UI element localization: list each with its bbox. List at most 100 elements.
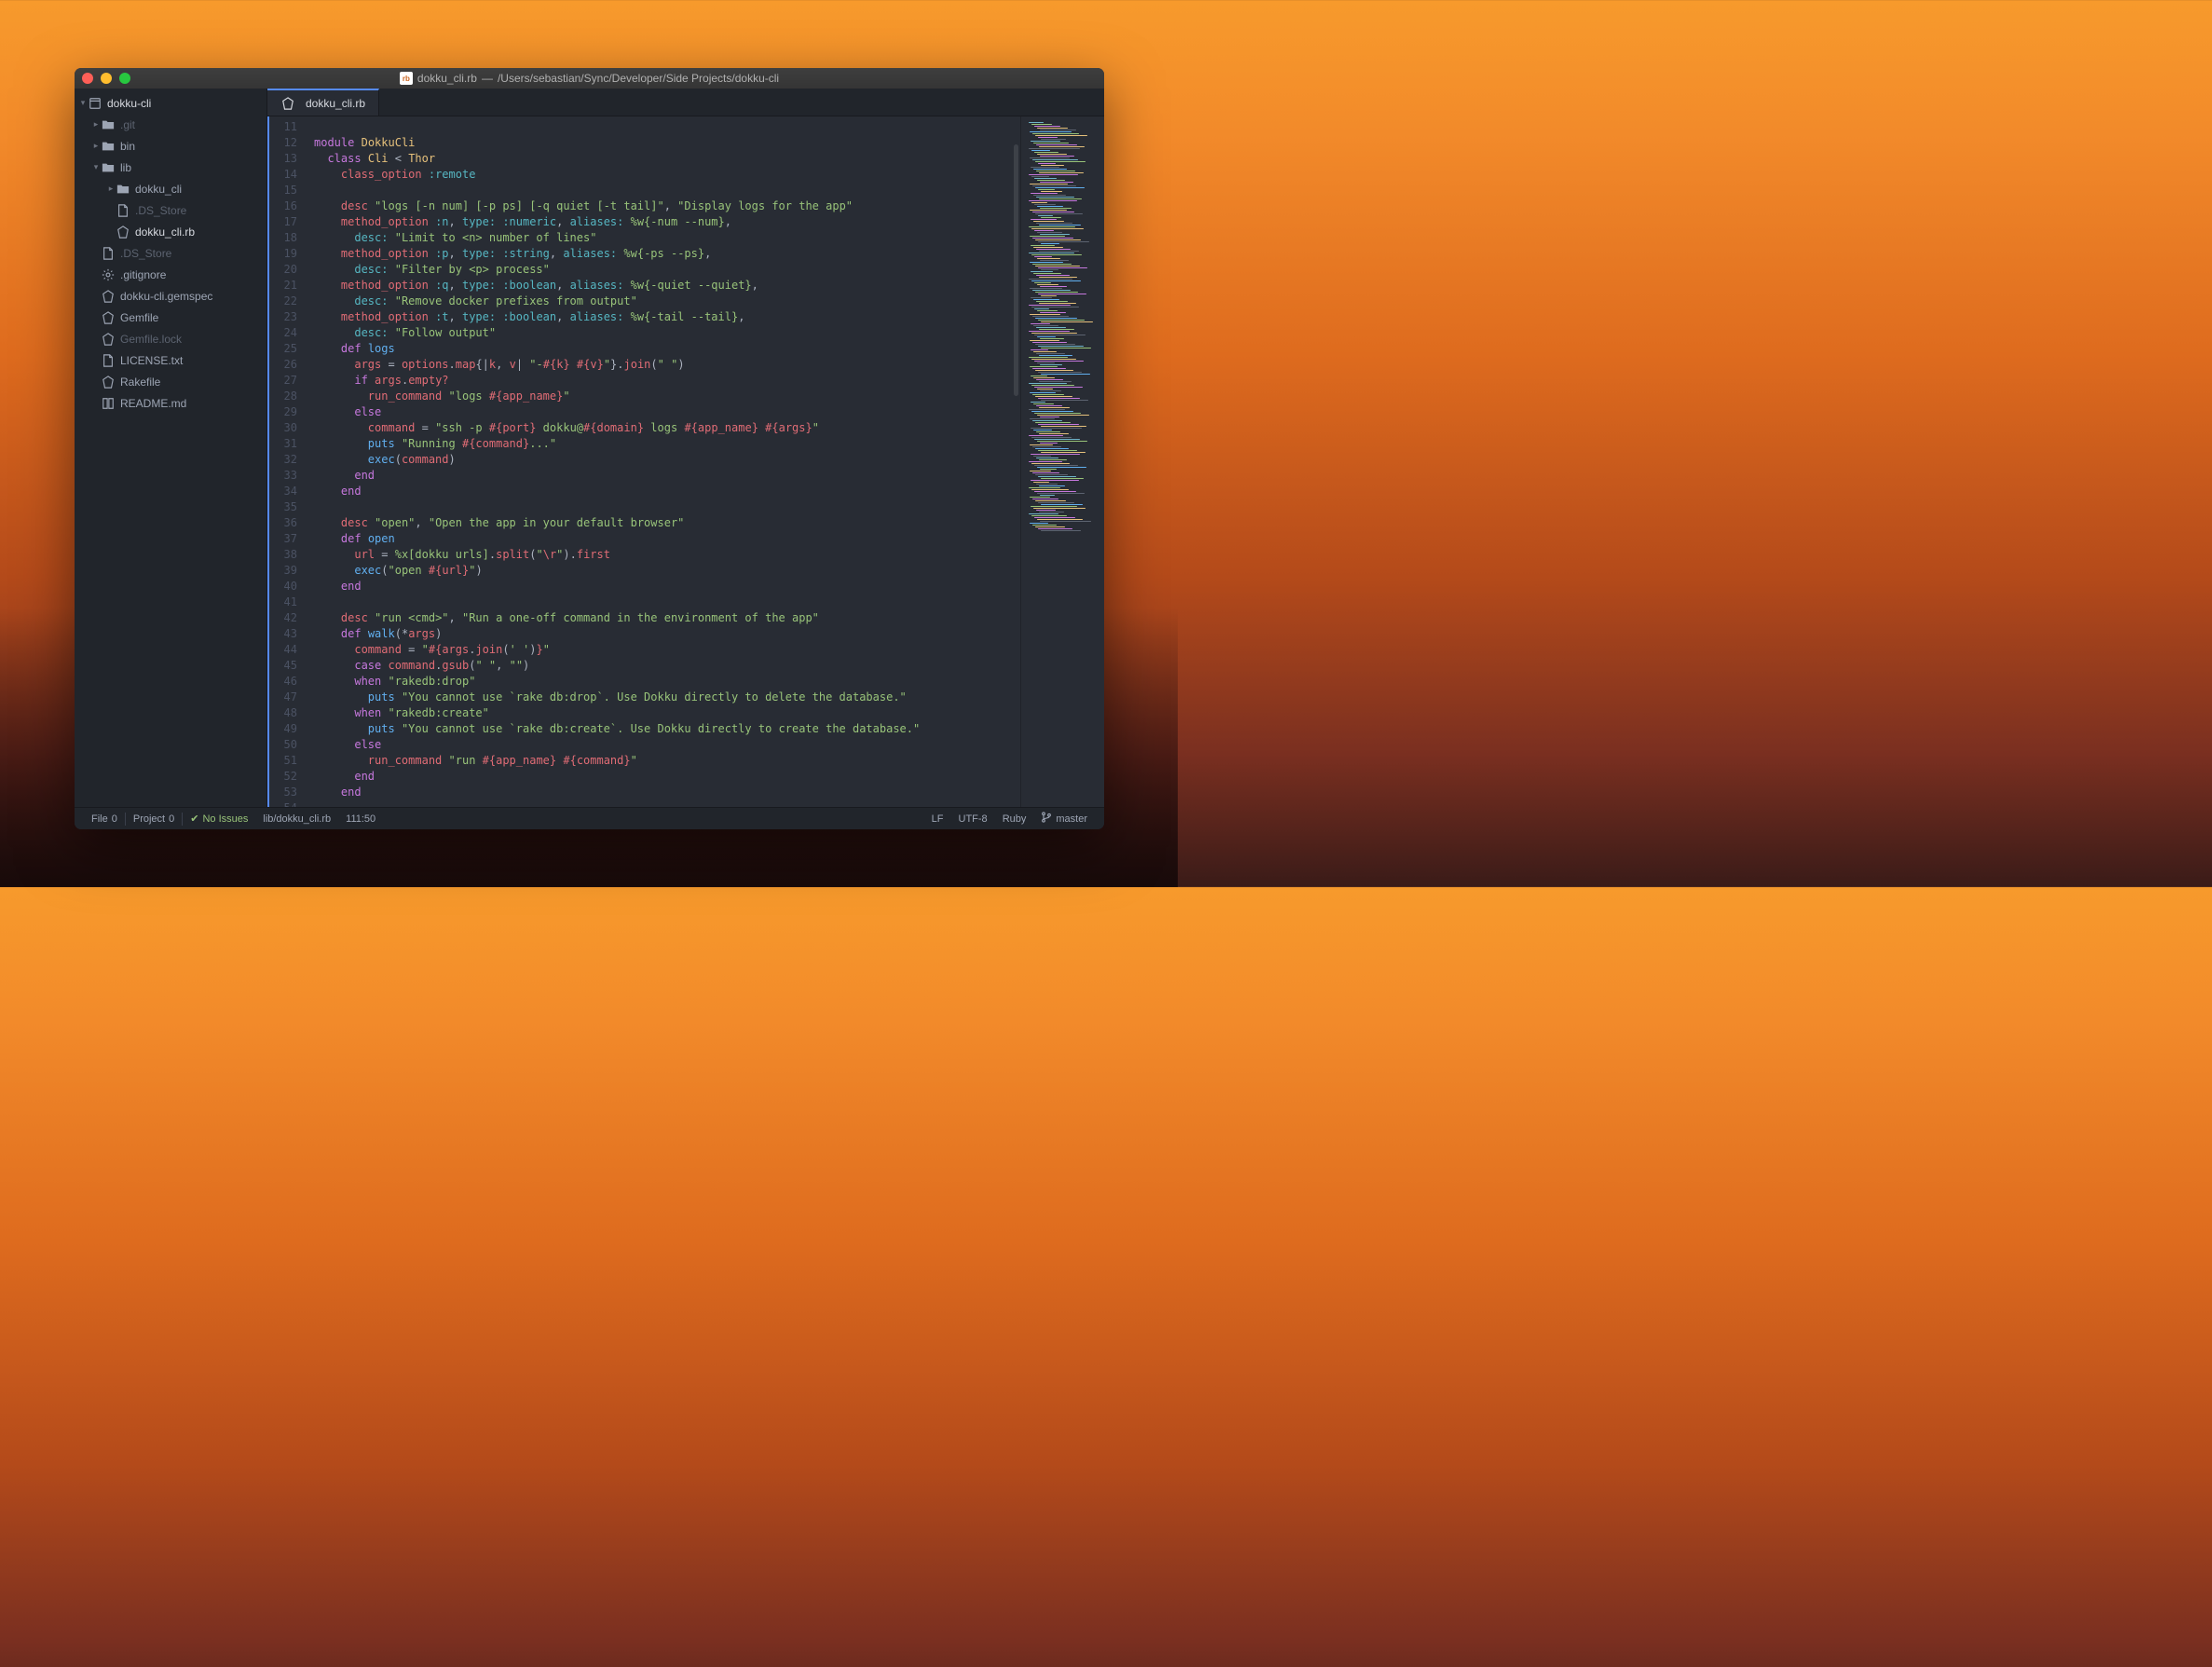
line-number[interactable]: 40 <box>269 579 297 594</box>
code-line[interactable] <box>314 119 1020 135</box>
line-number[interactable]: 44 <box>269 642 297 658</box>
line-number[interactable]: 17 <box>269 214 297 230</box>
code-line[interactable]: end <box>314 785 1020 800</box>
line-number[interactable]: 31 <box>269 436 297 452</box>
code-line[interactable]: def walk(*args) <box>314 626 1020 642</box>
line-number[interactable]: 37 <box>269 531 297 547</box>
status-file[interactable]: File 0 <box>84 813 125 825</box>
minimap[interactable] <box>1020 116 1104 807</box>
code-line[interactable]: else <box>314 404 1020 420</box>
tab-active[interactable]: dokku_cli.rb <box>267 89 379 116</box>
line-number[interactable]: 41 <box>269 594 297 610</box>
line-number[interactable]: 36 <box>269 515 297 531</box>
code-line[interactable]: puts "You cannot use `rake db:drop`. Use… <box>314 690 1020 705</box>
line-number[interactable]: 32 <box>269 452 297 468</box>
scrollbar-thumb[interactable] <box>1014 144 1018 396</box>
code-line[interactable]: end <box>314 769 1020 785</box>
code-line[interactable]: desc: "Filter by <p> process" <box>314 262 1020 278</box>
line-number[interactable]: 47 <box>269 690 297 705</box>
code-line[interactable]: def open <box>314 531 1020 547</box>
code-line[interactable]: module DokkuCli <box>314 135 1020 151</box>
status-issues[interactable]: ✔ No Issues <box>183 813 255 825</box>
code-line[interactable] <box>314 594 1020 610</box>
code-line[interactable]: puts "You cannot use `rake db:create`. U… <box>314 721 1020 737</box>
tree-item[interactable]: Gemfile <box>75 307 266 328</box>
code-line[interactable]: case command.gsub(" ", "") <box>314 658 1020 674</box>
line-number[interactable]: 23 <box>269 309 297 325</box>
code-line[interactable]: desc: "Remove docker prefixes from outpu… <box>314 294 1020 309</box>
tab-bar[interactable]: dokku_cli.rb <box>267 89 1104 116</box>
line-number-gutter[interactable]: 1112131415161718192021222324252627282930… <box>267 116 307 807</box>
code-line[interactable]: method_option :q, type: :boolean, aliase… <box>314 278 1020 294</box>
line-number[interactable]: 22 <box>269 294 297 309</box>
titlebar[interactable]: rb dokku_cli.rb — /Users/sebastian/Sync/… <box>75 68 1104 89</box>
code-line[interactable]: run_command "logs #{app_name}" <box>314 389 1020 404</box>
line-number[interactable]: 16 <box>269 198 297 214</box>
line-number[interactable]: 48 <box>269 705 297 721</box>
code-line[interactable]: method_option :t, type: :boolean, aliase… <box>314 309 1020 325</box>
status-filepath[interactable]: lib/dokku_cli.rb <box>255 813 338 825</box>
status-cursor-position[interactable]: 111:50 <box>338 813 383 825</box>
line-number[interactable]: 42 <box>269 610 297 626</box>
tree-item[interactable]: Gemfile.lock <box>75 328 266 349</box>
line-number[interactable]: 30 <box>269 420 297 436</box>
code-line[interactable]: end <box>314 468 1020 484</box>
line-number[interactable]: 50 <box>269 737 297 753</box>
code-line[interactable]: run_command "run #{app_name} #{command}" <box>314 753 1020 769</box>
line-number[interactable]: 43 <box>269 626 297 642</box>
code-line[interactable]: when "rakedb:drop" <box>314 674 1020 690</box>
tree-item[interactable]: ▸bin <box>75 135 266 157</box>
tree-root[interactable]: ▾ dokku-cli <box>75 92 266 114</box>
line-number[interactable]: 15 <box>269 183 297 198</box>
line-number[interactable]: 19 <box>269 246 297 262</box>
code-line[interactable]: end <box>314 484 1020 499</box>
code-line[interactable]: class Cli < Thor <box>314 151 1020 167</box>
line-number[interactable]: 25 <box>269 341 297 357</box>
code-line[interactable]: method_option :p, type: :string, aliases… <box>314 246 1020 262</box>
code-line[interactable]: exec("open #{url}") <box>314 563 1020 579</box>
code-line[interactable]: desc "logs [-n num] [-p ps] [-q quiet [-… <box>314 198 1020 214</box>
code-line[interactable]: exec(command) <box>314 452 1020 468</box>
line-number[interactable]: 39 <box>269 563 297 579</box>
code-line[interactable]: if args.empty? <box>314 373 1020 389</box>
code-line[interactable]: command = "ssh -p #{port} dokku@#{domain… <box>314 420 1020 436</box>
code-line[interactable]: puts "Running #{command}..." <box>314 436 1020 452</box>
tree-item[interactable]: dokku-cli.gemspec <box>75 285 266 307</box>
line-number[interactable]: 34 <box>269 484 297 499</box>
tree-item[interactable]: README.md <box>75 392 266 414</box>
status-git-branch[interactable]: master <box>1033 812 1095 826</box>
line-number[interactable]: 11 <box>269 119 297 135</box>
tree-item[interactable]: Rakefile <box>75 371 266 392</box>
line-number[interactable]: 53 <box>269 785 297 800</box>
line-number[interactable]: 18 <box>269 230 297 246</box>
code-line[interactable]: desc: "Follow output" <box>314 325 1020 341</box>
code-line[interactable]: end <box>314 579 1020 594</box>
line-number[interactable]: 38 <box>269 547 297 563</box>
line-number[interactable]: 27 <box>269 373 297 389</box>
line-number[interactable]: 20 <box>269 262 297 278</box>
tree-item[interactable]: .DS_Store <box>75 242 266 264</box>
code-line[interactable]: command = "#{args.join(' ')}" <box>314 642 1020 658</box>
code-line[interactable]: else <box>314 737 1020 753</box>
code-line[interactable]: desc: "Limit to <n> number of lines" <box>314 230 1020 246</box>
status-project[interactable]: Project 0 <box>126 813 182 825</box>
code-line[interactable]: def logs <box>314 341 1020 357</box>
tree-item[interactable]: LICENSE.txt <box>75 349 266 371</box>
line-number[interactable]: 26 <box>269 357 297 373</box>
tree-item[interactable]: dokku_cli.rb <box>75 221 266 242</box>
line-number[interactable]: 45 <box>269 658 297 674</box>
line-number[interactable]: 21 <box>269 278 297 294</box>
line-number[interactable]: 33 <box>269 468 297 484</box>
line-number[interactable]: 29 <box>269 404 297 420</box>
code-content[interactable]: module DokkuCli class Cli < Thor class_o… <box>307 116 1020 807</box>
tree-item[interactable]: ▾lib <box>75 157 266 178</box>
code-line[interactable]: desc "run <cmd>", "Run a one-off command… <box>314 610 1020 626</box>
line-number[interactable]: 13 <box>269 151 297 167</box>
code-line[interactable]: class_option :remote <box>314 167 1020 183</box>
line-number[interactable]: 35 <box>269 499 297 515</box>
tree-item[interactable]: .DS_Store <box>75 199 266 221</box>
code-line[interactable]: method_option :n, type: :numeric, aliase… <box>314 214 1020 230</box>
line-number[interactable]: 54 <box>269 800 297 807</box>
code-line[interactable]: desc "open", "Open the app in your defau… <box>314 515 1020 531</box>
status-encoding[interactable]: UTF-8 <box>951 813 995 825</box>
